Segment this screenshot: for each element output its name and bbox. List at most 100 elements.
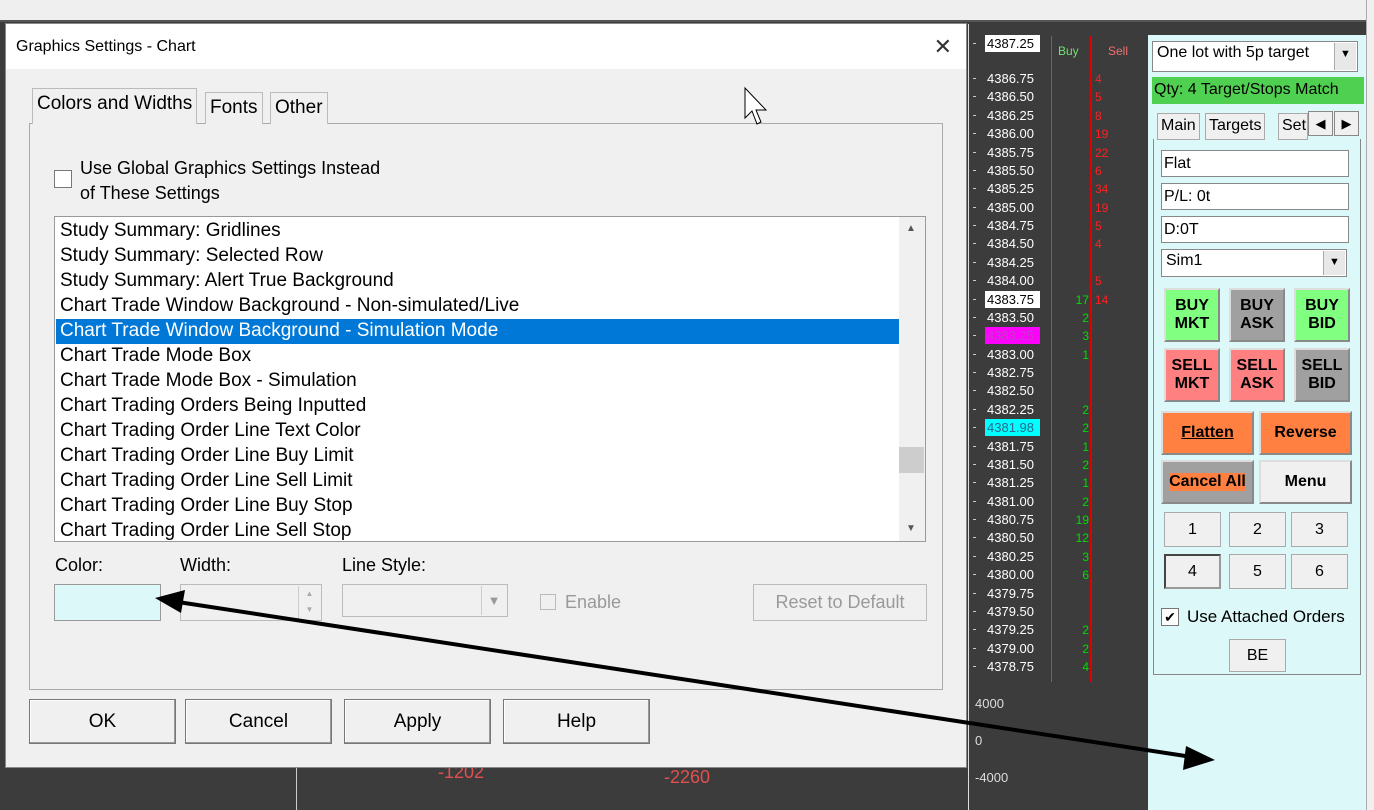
price-cell: 4378.75	[987, 659, 1034, 674]
tab-scroll-left-icon[interactable]: ◀	[1308, 111, 1333, 136]
buy-market-button[interactable]: BUY MKT	[1164, 288, 1220, 342]
ladder-row[interactable]: 4381.25 1	[973, 474, 1145, 492]
tab-scroll-right-icon[interactable]: ▶	[1334, 111, 1359, 136]
sell-ask-button[interactable]: SELL ASK	[1229, 348, 1285, 402]
tab-colors-and-widths[interactable]: Colors and Widths	[32, 88, 198, 124]
ladder-row[interactable]: 4383.00 1	[973, 346, 1145, 364]
list-item[interactable]: Study Summary: Alert True Background	[56, 269, 899, 294]
tick-mark	[973, 427, 976, 429]
ok-button[interactable]: OK	[29, 699, 176, 744]
tab-targets[interactable]: Targets	[1205, 113, 1266, 140]
ladder-row[interactable]: 4382.50	[973, 382, 1145, 400]
label-line: Use Global Graphics Settings Instead	[80, 158, 381, 178]
ladder-row[interactable]: 4383.75 17 14	[973, 290, 1145, 309]
list-item[interactable]: Chart Trading Order Line Sell Stop	[56, 519, 899, 541]
ladder-row[interactable]: 4386.25 8	[973, 107, 1145, 125]
account-dropdown[interactable]: Sim1 ▼	[1161, 249, 1347, 277]
ladder-row[interactable]: 4382.75	[973, 364, 1145, 382]
scrollbar-thumb[interactable]	[899, 447, 924, 473]
ladder-row[interactable]: 4380.00 6	[973, 566, 1145, 584]
list-item[interactable]: Chart Trading Order Line Text Color	[56, 419, 899, 444]
buy-volume: 2	[1082, 641, 1089, 656]
ladder-row[interactable]: 4378.75 4	[973, 658, 1145, 676]
order-preset-dropdown[interactable]: One lot with 5p target ▼	[1152, 41, 1358, 72]
chevron-down-icon[interactable]: ▼	[1334, 43, 1356, 70]
buy-volume: 2	[1082, 494, 1089, 509]
ladder-row[interactable]: 4381.98 2	[973, 419, 1145, 437]
ladder-row[interactable]: 4383.50 2	[973, 309, 1145, 327]
list-item[interactable]: Chart Trading Order Line Buy Stop	[56, 494, 899, 519]
list-item[interactable]: Chart Trade Mode Box - Simulation	[56, 369, 899, 394]
ladder-row[interactable]: 4384.25	[973, 254, 1145, 272]
menu-button[interactable]: Menu	[1259, 460, 1352, 504]
ladder-row[interactable]: 4380.25 3	[973, 548, 1145, 566]
tab-fonts[interactable]: Fonts	[205, 92, 263, 124]
help-button[interactable]: Help	[503, 699, 650, 744]
ladder-row[interactable]: 4379.50	[973, 603, 1145, 621]
list-item[interactable]: Chart Trading Order Line Sell Limit	[56, 469, 899, 494]
sell-market-button[interactable]: SELL MKT	[1164, 348, 1220, 402]
color-swatch[interactable]	[54, 584, 161, 621]
sell-bid-button[interactable]: SELL BID	[1294, 348, 1350, 402]
ladder-row[interactable]: 4385.00 19	[973, 199, 1145, 217]
ladder-row[interactable]: 4385.75 22	[973, 144, 1145, 162]
breakeven-button[interactable]: BE	[1229, 639, 1286, 672]
list-item[interactable]: Study Summary: Selected Row	[56, 244, 899, 269]
qty-5-button[interactable]: 5	[1229, 554, 1286, 589]
list-item[interactable]: Chart Trading Order Line Buy Limit	[56, 444, 899, 469]
ladder-row[interactable]: 4385.25 34	[973, 180, 1145, 198]
ladder-row[interactable]: 4383.25 3	[973, 327, 1145, 345]
global-settings-checkbox[interactable]	[54, 170, 72, 188]
reverse-button[interactable]: Reverse	[1259, 411, 1352, 455]
ladder-row[interactable]: 4384.50 4	[973, 235, 1145, 253]
cancel-button[interactable]: Cancel	[185, 699, 332, 744]
tab-settings[interactable]: Set	[1278, 113, 1308, 140]
attached-orders-checkbox[interactable]: ✔	[1161, 608, 1179, 626]
ladder-row[interactable]: 4379.00 2	[973, 640, 1145, 658]
ladder-row[interactable]: 4381.00 2	[973, 493, 1145, 511]
ladder-row[interactable]: 4380.50 12	[973, 529, 1145, 547]
sell-volume: 22	[1095, 145, 1109, 160]
color-items-list[interactable]: Study Summary: Gridlines Study Summary: S…	[54, 216, 926, 542]
close-icon[interactable]: ✕	[934, 34, 952, 60]
ladder-row[interactable]: 4379.75	[973, 585, 1145, 603]
tab-main[interactable]: Main	[1157, 113, 1200, 140]
ladder-row[interactable]: 4387.25	[973, 35, 1145, 53]
scroll-down-icon[interactable]: ▼	[906, 523, 916, 534]
tab-other[interactable]: Other	[270, 92, 328, 124]
qty-1-button[interactable]: 1	[1164, 512, 1221, 547]
buy-ask-button[interactable]: BUY ASK	[1229, 288, 1285, 342]
list-item[interactable]: Study Summary: Gridlines	[56, 219, 899, 244]
qty-3-button[interactable]: 3	[1291, 512, 1348, 547]
ladder-row[interactable]: 4382.25 2	[973, 401, 1145, 419]
price-cell: 4383.25	[985, 327, 1040, 345]
ladder-row[interactable]: 4381.75 1	[973, 438, 1145, 456]
tick-mark	[973, 408, 976, 410]
ladder-row[interactable]: 4381.50 2	[973, 456, 1145, 474]
list-item[interactable]: Chart Trade Mode Box	[56, 344, 899, 369]
ladder-row[interactable]: 4385.50 6	[973, 162, 1145, 180]
qty-2-button[interactable]: 2	[1229, 512, 1286, 547]
scroll-up-icon[interactable]: ▲	[906, 223, 916, 234]
buy-bid-button[interactable]: BUY BID	[1294, 288, 1350, 342]
ladder-row[interactable]: 4380.75 19	[973, 511, 1145, 529]
ladder-row[interactable]: 4384.00 5	[973, 272, 1145, 290]
list-scrollbar[interactable]: ▲ ▼	[899, 217, 925, 541]
list-item[interactable]: Chart Trade Window Background - Simulati…	[56, 319, 899, 344]
cancel-all-button[interactable]: Cancel All	[1161, 460, 1254, 504]
bottom-value: -2260	[664, 767, 711, 787]
qty-4-button[interactable]: 4	[1164, 554, 1221, 589]
ladder-row[interactable]: 4379.25 2	[973, 621, 1145, 639]
ladder-row[interactable]: 4386.50 5	[973, 88, 1145, 106]
list-item[interactable]: Chart Trade Window Background - Non-simu…	[56, 294, 899, 319]
qty-6-button[interactable]: 6	[1291, 554, 1348, 589]
flatten-button[interactable]: Flatten	[1161, 411, 1254, 455]
ladder-row[interactable]: 4384.75 5	[973, 217, 1145, 235]
order-preset-value: One lot with 5p target	[1157, 44, 1310, 61]
ladder-row[interactable]: 4386.00 19	[973, 125, 1145, 143]
price-cell: 4380.75	[987, 512, 1034, 527]
chevron-down-icon[interactable]: ▼	[1323, 251, 1345, 275]
ladder-row[interactable]: 4386.75 4	[973, 70, 1145, 88]
list-item[interactable]: Chart Trading Orders Being Inputted	[56, 394, 899, 419]
apply-button[interactable]: Apply	[344, 699, 491, 744]
